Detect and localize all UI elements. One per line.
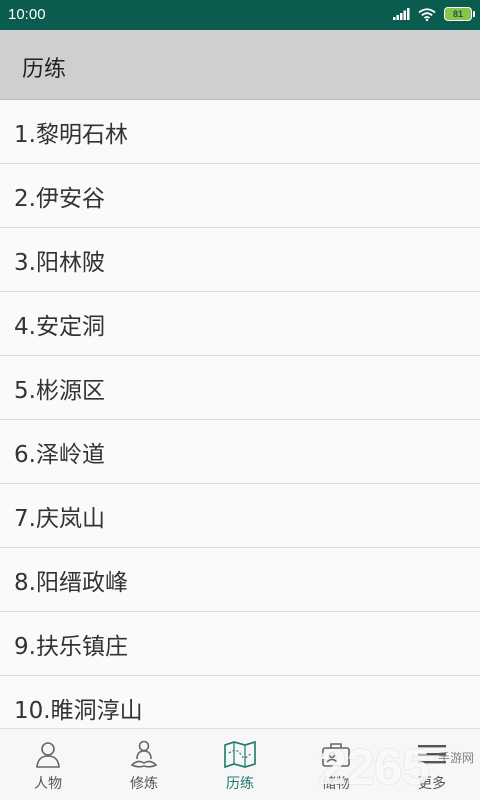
list-item[interactable]: 5.彬源区 — [0, 356, 480, 420]
map-icon — [223, 739, 257, 773]
list-item[interactable]: 7.庆岚山 — [0, 484, 480, 548]
inventory-icon — [320, 739, 352, 773]
nav-tab-more[interactable]: 更多 — [384, 729, 480, 800]
list-item[interactable]: 2.伊安谷 — [0, 164, 480, 228]
status-time: 10:00 — [8, 6, 46, 23]
menu-icon — [416, 739, 448, 773]
nav-tab-person[interactable]: 人物 — [0, 729, 96, 800]
battery-icon: 81 — [444, 7, 475, 21]
location-list: 1.黎明石林 2.伊安谷 3.阳林陂 4.安定洞 5.彬源区 6.泽岭道 7.庆… — [0, 100, 480, 728]
nav-label: 修炼 — [130, 776, 158, 792]
signal-icon — [393, 8, 410, 20]
wifi-icon — [418, 7, 436, 21]
list-item[interactable]: 6.泽岭道 — [0, 420, 480, 484]
nav-tab-adventure[interactable]: 历练 — [192, 729, 288, 800]
nav-tab-storage[interactable]: 储物 — [288, 729, 384, 800]
nav-label: 储物 — [322, 776, 350, 792]
list-item[interactable]: 1.黎明石林 — [0, 100, 480, 164]
list-item[interactable]: 3.阳林陂 — [0, 228, 480, 292]
list-item[interactable]: 4.安定洞 — [0, 292, 480, 356]
list-item[interactable]: 10.睢洞淳山 — [0, 676, 480, 728]
person-icon — [33, 739, 63, 773]
page-title: 历练 — [22, 57, 67, 82]
meditation-icon — [129, 739, 159, 773]
nav-label: 人物 — [34, 776, 62, 792]
status-icons: 81 — [393, 7, 475, 21]
nav-tab-cultivate[interactable]: 修炼 — [96, 729, 192, 800]
app-bar: 历练 — [0, 30, 480, 100]
list-item[interactable]: 9.扶乐镇庄 — [0, 612, 480, 676]
list-item[interactable]: 8.阳缙政峰 — [0, 548, 480, 612]
nav-label: 更多 — [418, 776, 446, 792]
bottom-nav: 人物 修炼 历练 储物 更多 — [0, 728, 480, 800]
status-bar: 10:00 81 — [0, 0, 480, 30]
nav-label: 历练 — [226, 776, 254, 792]
